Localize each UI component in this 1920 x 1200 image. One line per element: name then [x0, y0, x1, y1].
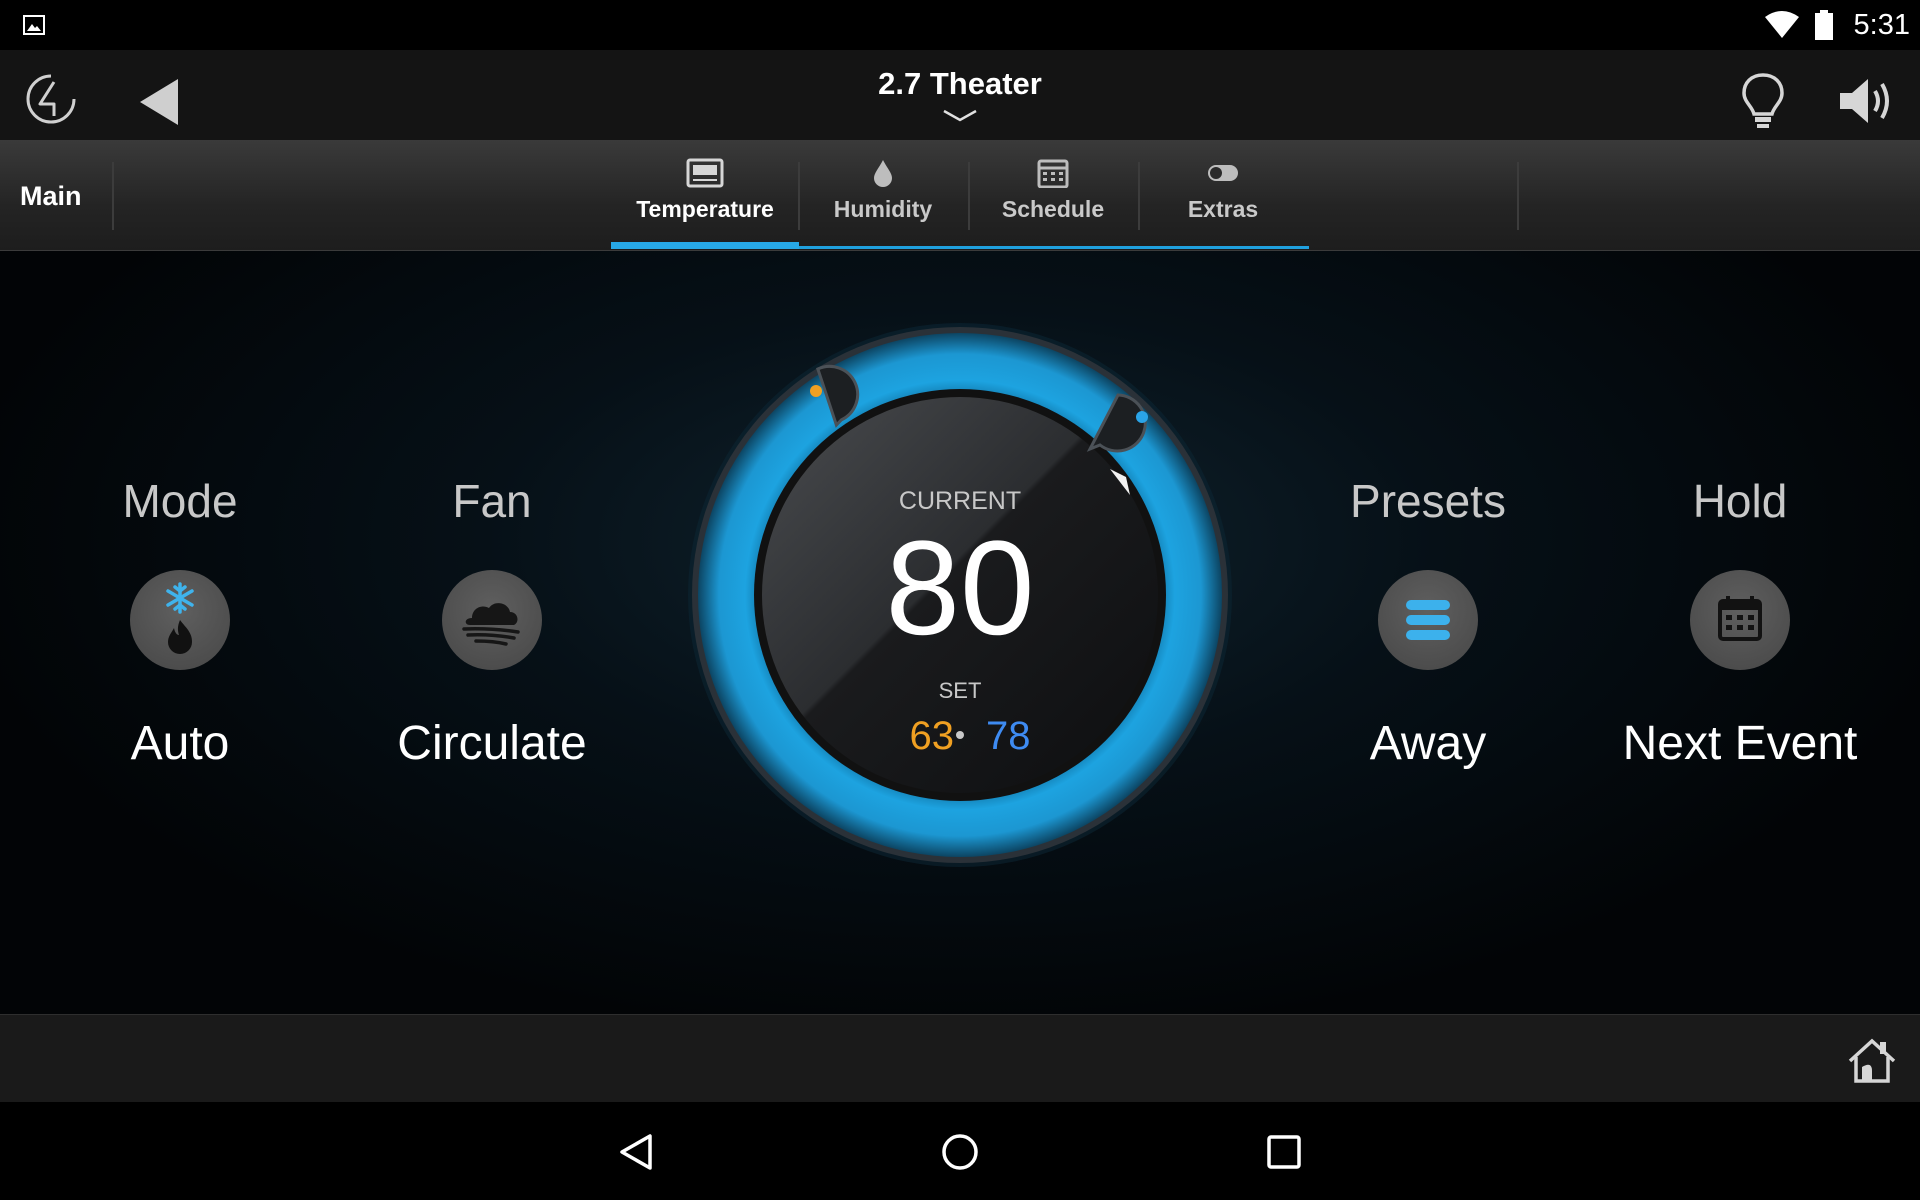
calendar-icon [1037, 159, 1069, 188]
heat-setpoint[interactable]: 63 [860, 713, 955, 759]
tab-label: Extras [1187, 196, 1259, 222]
status-time: 5:31 [1853, 9, 1910, 41]
tab-bar: Main Temperature Humidity Schedule Extra… [0, 140, 1920, 251]
hold-value: Next Event [1622, 717, 1858, 770]
toggle-icon [1208, 165, 1238, 181]
hold-control: Hold Next Event [1580, 473, 1900, 793]
thermostat-panel: Mode Auto Fan Circulate CURRENT 80 SET 6… [0, 251, 1920, 1014]
mode-title: Mode [122, 475, 238, 527]
speaker-icon[interactable] [1838, 76, 1894, 126]
fan-title: Fan [452, 475, 532, 527]
thermostat-icon [686, 158, 724, 188]
droplet-icon [874, 160, 892, 187]
tab-schedule[interactable]: Schedule [970, 154, 1136, 250]
gallery-notification-icon [23, 15, 45, 35]
cool-setpoint[interactable]: 78 [986, 713, 1086, 759]
tab-humidity[interactable]: Humidity [800, 154, 966, 250]
bottom-bar [0, 1014, 1920, 1103]
list-icon [1406, 600, 1450, 640]
presets-title: Presets [1350, 475, 1506, 527]
mode-control: Mode Auto [20, 473, 340, 793]
presets-control: Presets Away [1268, 473, 1588, 793]
mode-value: Auto [130, 717, 230, 770]
control4-logo-icon[interactable] [24, 72, 78, 126]
calendar-icon [1718, 596, 1762, 641]
android-nav-bar [0, 1102, 1920, 1200]
tab-label: Humidity [833, 196, 933, 222]
current-label: CURRENT [898, 487, 1022, 515]
tab-temperature[interactable]: Temperature [622, 154, 788, 250]
presets-button[interactable] [1378, 570, 1478, 670]
tab-label: Temperature [636, 196, 774, 222]
tab-label: Schedule [1001, 196, 1105, 222]
lightbulb-icon[interactable] [1740, 72, 1786, 130]
back-arrow-icon[interactable] [138, 77, 182, 127]
nav-recents-icon[interactable] [1262, 1130, 1306, 1174]
fan-value: Circulate [397, 717, 587, 770]
setpoint-separator [956, 731, 964, 739]
fan-button[interactable] [442, 570, 542, 670]
presets-value: Away [1369, 717, 1487, 770]
wifi-icon [1765, 11, 1799, 38]
nav-back-icon[interactable] [614, 1130, 658, 1174]
fan-wind-icon [462, 603, 520, 646]
status-bar: 5:31 [0, 0, 1920, 50]
nav-home-icon[interactable] [938, 1130, 982, 1174]
snowflake-flame-icon [166, 582, 194, 654]
hold-title: Hold [1692, 475, 1788, 527]
fan-control: Fan Circulate [332, 473, 652, 793]
mode-button[interactable] [130, 570, 230, 670]
page-title: 2.7 Theater [878, 66, 1042, 101]
chevron-down-icon [943, 109, 977, 122]
hold-button[interactable] [1690, 570, 1790, 670]
tab-divider [112, 162, 114, 230]
tab-divider [1517, 162, 1519, 230]
current-temperature: 80 [885, 514, 1035, 663]
title-bar: 2.7 Theater [0, 50, 1920, 140]
room-selector[interactable]: 2.7 Theater [760, 64, 1160, 134]
room-home-icon[interactable] [1846, 1037, 1898, 1085]
set-label: SET [938, 678, 982, 703]
tab-extras[interactable]: Extras [1140, 154, 1306, 250]
battery-icon [1815, 10, 1833, 40]
active-tab-indicator [611, 242, 799, 249]
tab-main[interactable]: Main [20, 178, 120, 214]
